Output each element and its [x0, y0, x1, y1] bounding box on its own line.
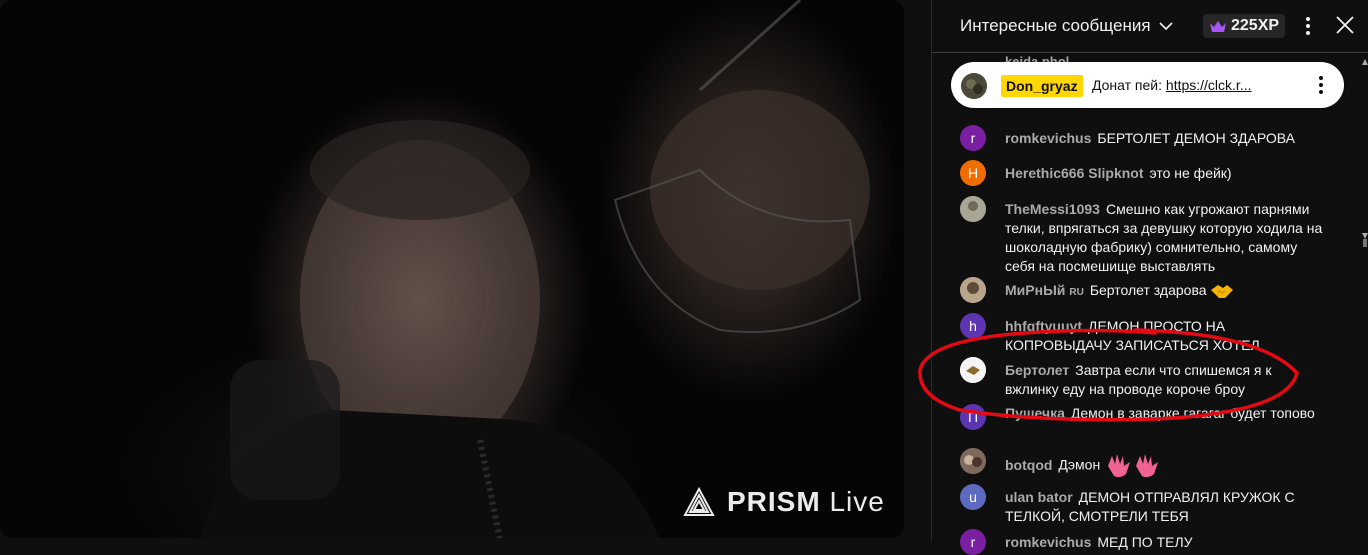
- waving-hand-emoji-icon: [1108, 454, 1159, 478]
- xp-badge[interactable]: 225XP: [1203, 14, 1286, 38]
- avatar[interactable]: r: [960, 125, 986, 151]
- avatar[interactable]: П: [960, 404, 986, 430]
- pinned-donation-message[interactable]: Don_gryaz Донат пей: https://clck.r...: [951, 62, 1344, 108]
- pinned-link[interactable]: https://clck.r...: [1166, 77, 1252, 93]
- chat-scrollbar[interactable]: [1361, 55, 1368, 541]
- author-name[interactable]: romkevichus: [1005, 130, 1091, 146]
- avatar[interactable]: [960, 357, 986, 383]
- avatar[interactable]: H: [960, 160, 986, 186]
- author-name[interactable]: Бертолет: [1005, 362, 1069, 378]
- watermark-text: PRISM Live: [727, 486, 885, 517]
- chevron-down-icon: [1158, 22, 1173, 31]
- author-name[interactable]: hhfgftyuuyt: [1005, 318, 1082, 334]
- message-text: МЕД ПО ТЕЛУ: [1097, 534, 1193, 550]
- video-frame: [200, 0, 870, 538]
- avatar[interactable]: [960, 196, 986, 222]
- avatar[interactable]: h: [960, 313, 986, 339]
- avatar-image: [961, 73, 987, 99]
- message-text: Дэмон: [1058, 456, 1101, 473]
- pinned-author-name[interactable]: Don_gryaz: [1001, 75, 1083, 97]
- chat-mode-label: Интересные сообщения: [960, 16, 1151, 35]
- author-name[interactable]: Пушечка: [1005, 405, 1065, 421]
- prism-logo-icon: [683, 486, 715, 516]
- prism-live-watermark: PRISM Live: [683, 486, 885, 518]
- author-name[interactable]: МиРнЫй: [1005, 282, 1065, 298]
- handshake-emoji-icon: [1211, 285, 1234, 299]
- avatar[interactable]: u: [960, 484, 986, 510]
- close-icon[interactable]: [1332, 12, 1358, 38]
- more-vert-icon[interactable]: [1296, 14, 1320, 38]
- avatar[interactable]: [960, 277, 986, 303]
- author-name[interactable]: ulan bator: [1005, 489, 1073, 505]
- avatar-image: [960, 277, 986, 303]
- message-text: Бертолет здарова: [1089, 282, 1207, 298]
- author-name[interactable]: botqod: [1005, 457, 1052, 473]
- avatar: [961, 73, 987, 99]
- author-name[interactable]: romkevichus: [1005, 534, 1091, 550]
- avatar-image: [960, 448, 986, 474]
- message-text: Демон в заварке гагагаг будет топово: [1070, 405, 1315, 421]
- author-name[interactable]: Herethic666 Slipknot: [1005, 165, 1144, 181]
- xp-value: 225XP: [1231, 17, 1280, 34]
- live-chat-panel: Интересные сообщения 225XP keida.phol: [931, 0, 1368, 555]
- message-text: это не фейк): [1149, 165, 1232, 181]
- country-flag: RU: [1069, 287, 1084, 298]
- avatar[interactable]: r: [960, 529, 986, 555]
- message-text: БЕРТОЛЕТ ДЕМОН ЗДАРОВА: [1097, 130, 1296, 146]
- pinned-message-text: Донат пей: https://clck.r...: [1092, 77, 1252, 93]
- avatar-image: [960, 196, 986, 222]
- avatar-image: [960, 357, 986, 383]
- author-name[interactable]: TheMessi1093: [1005, 201, 1100, 217]
- chat-mode-dropdown[interactable]: Интересные сообщения: [960, 16, 1173, 36]
- chat-header: Интересные сообщения 225XP: [932, 0, 1368, 53]
- crown-icon: [1210, 21, 1226, 32]
- more-vert-icon[interactable]: [1309, 73, 1333, 97]
- avatar[interactable]: [960, 448, 986, 474]
- video-player[interactable]: PRISM Live: [0, 0, 904, 538]
